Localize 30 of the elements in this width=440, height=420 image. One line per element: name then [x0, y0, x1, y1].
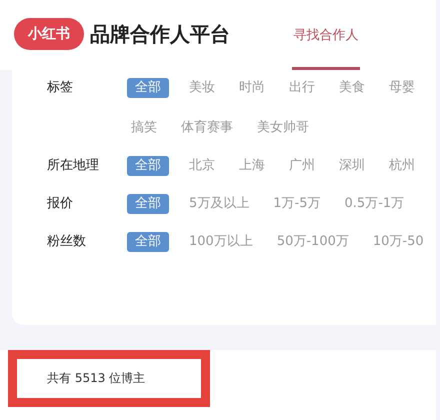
- filter-option[interactable]: 广州: [285, 156, 319, 176]
- filter-option[interactable]: 100万以上: [185, 232, 257, 252]
- filter-option[interactable]: 5万及以上: [185, 194, 254, 214]
- filter-option[interactable]: 体育赛事: [177, 118, 237, 138]
- filter-option[interactable]: 时尚: [235, 78, 269, 98]
- result-count: 共有 5513 位博主: [47, 370, 146, 387]
- filter-label: 标签: [47, 79, 74, 97]
- filter-option[interactable]: 全部: [127, 194, 169, 214]
- filter-option[interactable]: 上海: [235, 156, 269, 176]
- filter-option[interactable]: 10万-50: [368, 232, 428, 252]
- filter-option[interactable]: 深圳: [335, 156, 369, 176]
- filter-option[interactable]: 杭州: [385, 156, 419, 176]
- filter-option[interactable]: 美女帅哥: [253, 118, 313, 138]
- filter-option[interactable]: 全部: [127, 156, 169, 176]
- filter-option[interactable]: 1万-5万: [269, 194, 325, 214]
- filter-option[interactable]: 北京: [185, 156, 219, 176]
- filter-option[interactable]: 美妆: [185, 78, 219, 98]
- filter-option[interactable]: 搞笑: [127, 118, 161, 138]
- filter-option[interactable]: 50万-100万: [272, 232, 353, 252]
- platform-title: 品牌合作人平台: [90, 20, 230, 48]
- filter-option[interactable]: 母婴: [385, 78, 419, 98]
- filter-option[interactable]: 全部: [127, 78, 169, 98]
- filter-option[interactable]: 0.5万-1万: [340, 194, 408, 214]
- filter-option[interactable]: 全部: [127, 232, 169, 252]
- filter-option[interactable]: 出行: [285, 78, 319, 98]
- filter-label: 报价: [47, 195, 74, 213]
- filter-option[interactable]: 美食: [335, 78, 369, 98]
- filter-label: 粉丝数: [47, 233, 87, 251]
- filter-label: 所在地理: [47, 157, 100, 175]
- logo-badge: 小红书: [14, 18, 84, 50]
